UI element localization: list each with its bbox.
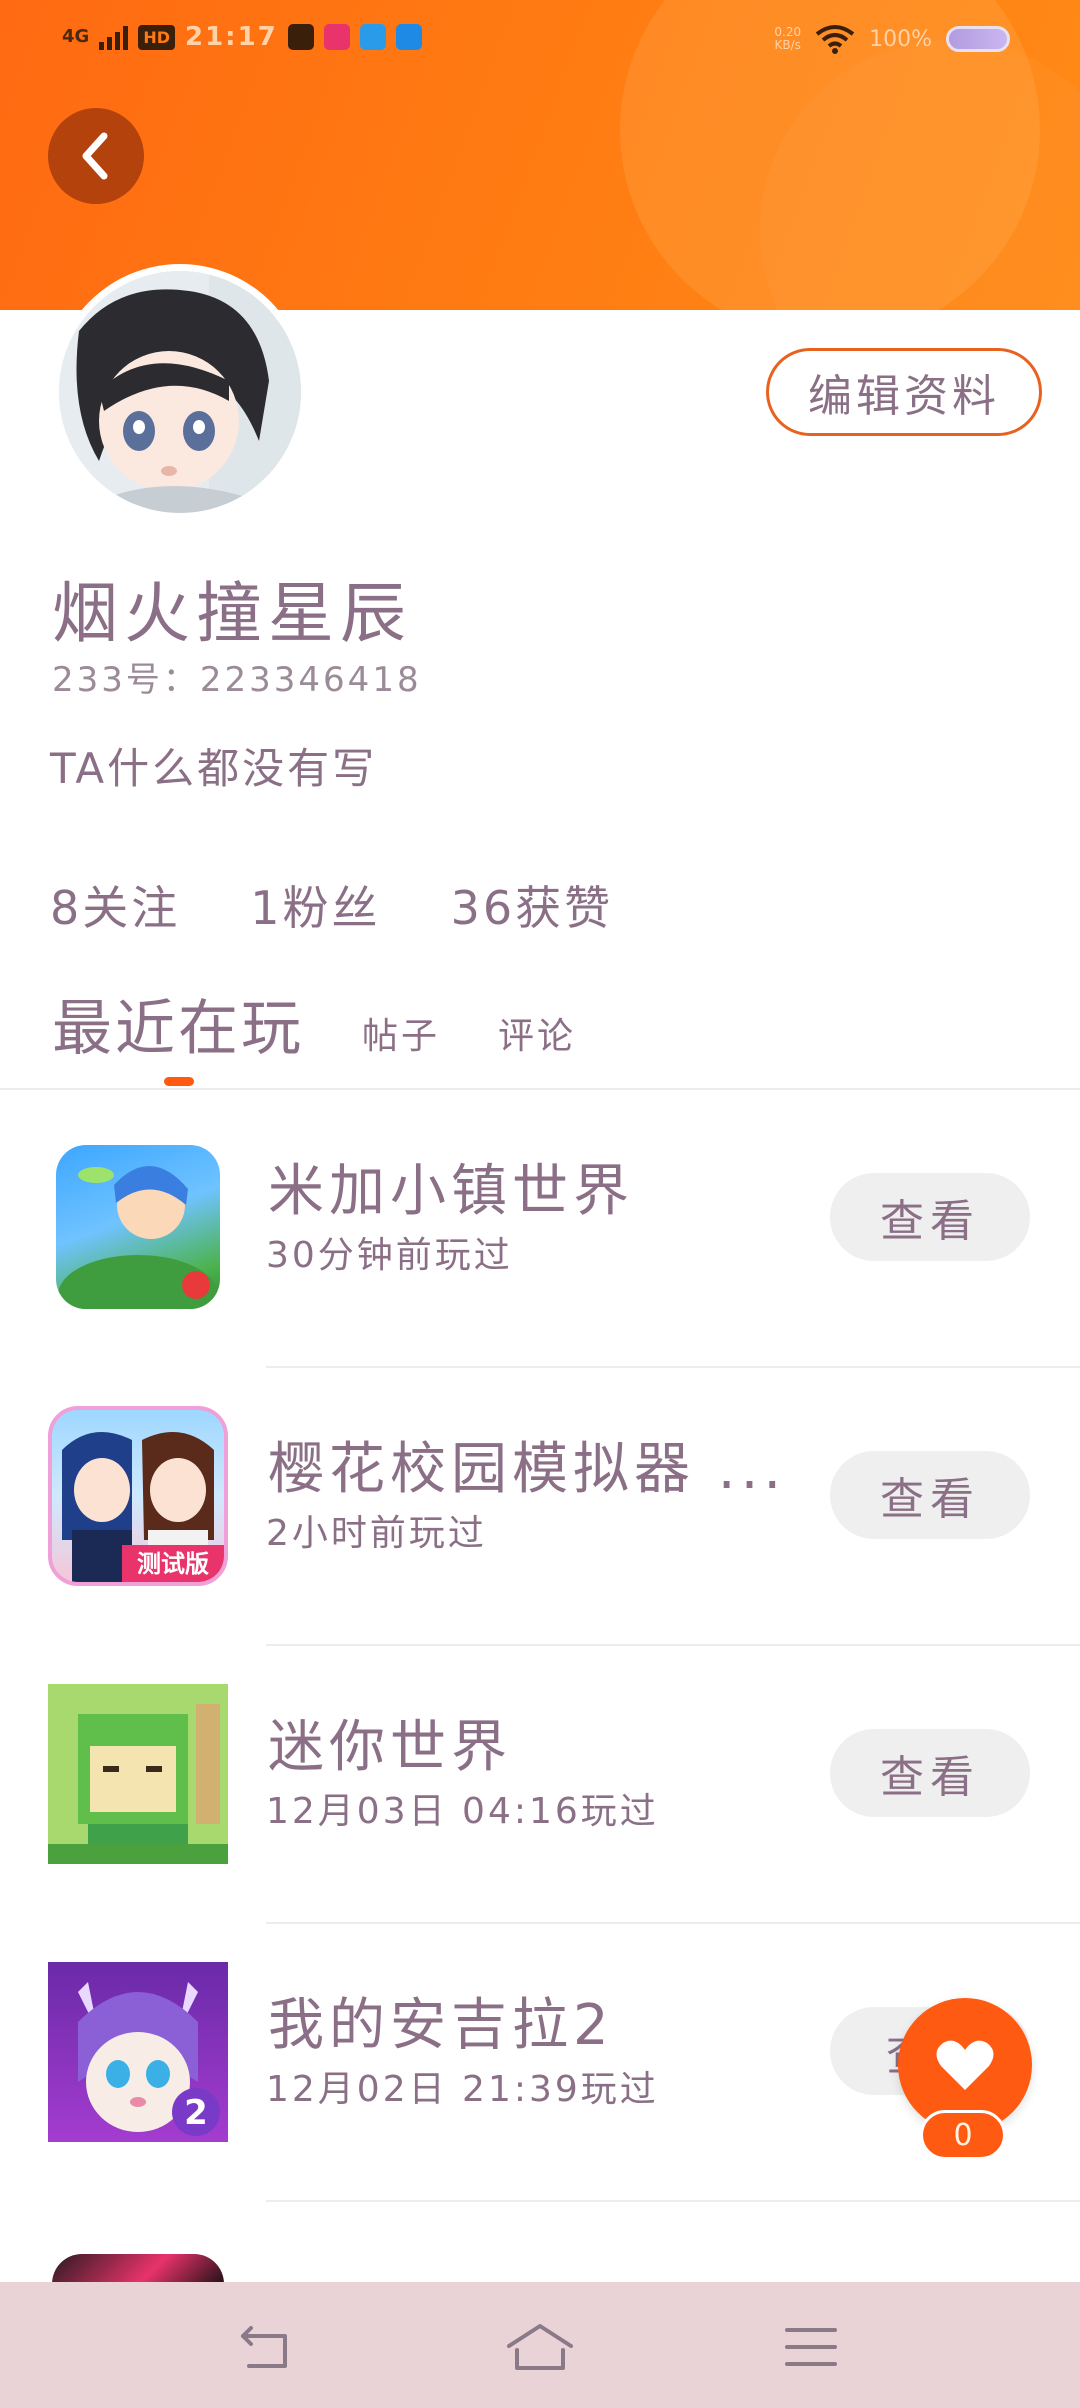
tab-recently-played[interactable]: 最近在玩 — [52, 980, 304, 1067]
status-bar: 4G HD 21:17 0.20 KB/s 100% — [0, 0, 1080, 80]
list-item[interactable]: 测试版 樱花校园模拟器 ... 2小时前玩过 查看 — [0, 1368, 1080, 1646]
fans-count[interactable]: 1粉丝 — [250, 872, 380, 938]
signal-icon — [99, 24, 129, 50]
edit-profile-button[interactable]: 编辑资料 — [766, 348, 1042, 436]
profile-bio: TA什么都没有写 — [50, 744, 378, 793]
profile-stats: 8关注 1粉丝 36获赞 — [50, 872, 613, 938]
profile-tabs: 最近在玩 帖子 评论 — [52, 980, 576, 1067]
network-type: 4G — [62, 26, 90, 47]
clock: 21:17 — [184, 22, 278, 52]
nav-menu-button[interactable] — [776, 2312, 846, 2382]
list-item[interactable]: 迷你世界 12月03日 04:16玩过 查看 — [0, 1646, 1080, 1924]
hd-badge: HD — [138, 24, 175, 50]
task-icon — [287, 24, 314, 50]
battery-percent: 100% — [869, 26, 932, 52]
following-count[interactable]: 8关注 — [50, 872, 180, 938]
profile-uid: 233号：223346418 — [52, 660, 422, 700]
battery-icon — [946, 26, 1010, 52]
view-button[interactable]: 查看 — [830, 1173, 1030, 1261]
heart-icon — [936, 2040, 994, 2090]
app-notification-icon — [323, 24, 350, 50]
back-button[interactable] — [48, 108, 144, 204]
game-played-time: 30分钟前玩过 — [266, 1235, 513, 1276]
hotspot-icon — [395, 24, 422, 50]
game-title: 樱花校园模拟器 ... — [268, 1437, 787, 1502]
svg-text:2: 2 — [184, 2093, 208, 2133]
game-title: 米加小镇世界 — [268, 1159, 634, 1224]
back-arrow-icon — [241, 2326, 287, 2368]
nav-home-button[interactable] — [505, 2312, 575, 2382]
network-speed: 0.20 KB/s — [774, 25, 802, 52]
game-played-time: 12月03日 04:16玩过 — [266, 1791, 659, 1832]
chevron-left-icon — [82, 132, 108, 180]
avatar-image — [59, 271, 301, 513]
view-button[interactable]: 查看 — [830, 1729, 1030, 1817]
mini-world-icon — [48, 1684, 228, 1864]
avatar[interactable] — [52, 264, 308, 520]
toca-world-icon — [56, 1145, 220, 1309]
list-item[interactable]: 米加小镇世界 30分钟前玩过 查看 — [0, 1090, 1080, 1368]
menu-icon — [785, 2328, 837, 2366]
svg-text:测试版: 测试版 — [137, 1550, 209, 1578]
row-divider — [266, 2200, 1080, 2202]
tab-comments[interactable]: 评论 — [498, 1007, 576, 1067]
browser-icon — [359, 24, 386, 50]
wifi-icon — [815, 25, 855, 54]
like-count-badge: 0 — [920, 2110, 1006, 2160]
tab-posts[interactable]: 帖子 — [362, 1007, 440, 1067]
profile-name: 烟火撞星辰 — [52, 575, 412, 652]
sakura-school-icon: 测试版 — [48, 1406, 228, 1586]
system-navigation-bar — [0, 2282, 1080, 2408]
view-button[interactable]: 查看 — [830, 1451, 1030, 1539]
game-title: 我的安吉拉2 — [268, 1993, 614, 2058]
game-played-time: 12月02日 21:39玩过 — [266, 2069, 659, 2110]
likes-count: 36获赞 — [450, 881, 614, 935]
game-title: 迷你世界 — [268, 1715, 512, 1780]
angela-icon: 2 — [48, 1962, 228, 2142]
active-tab-indicator — [164, 1077, 194, 1086]
home-icon — [507, 2324, 573, 2370]
nav-back-button[interactable] — [232, 2312, 302, 2382]
game-played-time: 2小时前玩过 — [266, 1513, 487, 1554]
